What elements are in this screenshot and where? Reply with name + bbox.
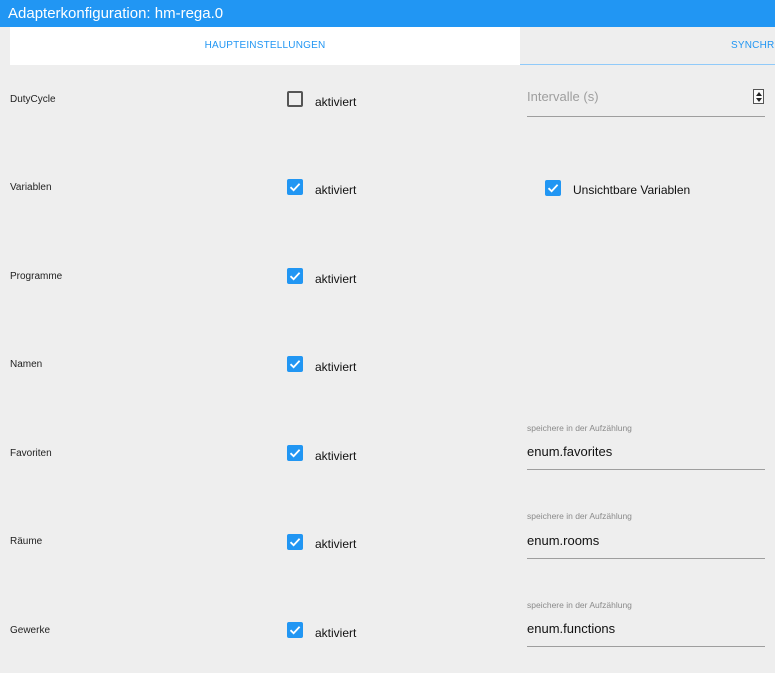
window-title: Adapterkonfiguration: hm-rega.0 [0, 0, 775, 27]
tab-underline [520, 64, 775, 65]
row-label-gewerke: Gewerke [10, 625, 51, 636]
row-label-variablen: Variablen [10, 182, 52, 193]
invisible-variables-checkbox[interactable] [545, 180, 561, 196]
enum-functions-caption: speichere in der Aufzählung [527, 600, 632, 610]
dutycycle-checkbox-label: aktiviert [315, 95, 357, 109]
enum-favorites-caption: speichere in der Aufzählung [527, 423, 632, 433]
programme-checkbox[interactable] [287, 268, 303, 284]
interval-spinner[interactable] [753, 89, 764, 104]
row-label-raeume: Räume [10, 536, 43, 547]
row-label-favoriten: Favoriten [10, 448, 52, 459]
spinner-down-icon[interactable] [756, 98, 762, 102]
row-label-programme: Programme [10, 271, 63, 282]
tab-synchronisation[interactable]: SYNCHR [520, 27, 775, 65]
enum-rooms-caption: speichere in der Aufzählung [527, 511, 632, 521]
invisible-variables-label: Unsichtbare Variablen [573, 183, 691, 197]
row-label-namen: Namen [10, 359, 43, 370]
interval-input[interactable] [527, 86, 765, 117]
enum-favorites-input[interactable] [527, 438, 765, 470]
checkmark-icon [289, 183, 301, 192]
variablen-checkbox-label: aktiviert [315, 183, 357, 197]
checkmark-icon [289, 538, 301, 547]
favoriten-checkbox-label: aktiviert [315, 449, 357, 463]
checkmark-icon [289, 360, 301, 369]
programme-checkbox-label: aktiviert [315, 272, 357, 286]
spinner-up-icon[interactable] [756, 92, 762, 96]
checkmark-icon [289, 272, 301, 281]
namen-checkbox[interactable] [287, 356, 303, 372]
gewerke-checkbox[interactable] [287, 622, 303, 638]
namen-checkbox-label: aktiviert [315, 360, 357, 374]
tab-haupteinstellungen[interactable]: HAUPTEINSTELLUNGEN [10, 27, 520, 65]
dutycycle-checkbox[interactable] [287, 91, 303, 107]
gewerke-checkbox-label: aktiviert [315, 626, 357, 640]
variablen-checkbox[interactable] [287, 179, 303, 195]
enum-rooms-input[interactable] [527, 527, 765, 559]
raeume-checkbox[interactable] [287, 534, 303, 550]
tab-bar: HAUPTEINSTELLUNGEN SYNCHR [0, 27, 775, 65]
checkmark-icon [289, 449, 301, 458]
tab-synchronisation-label: SYNCHR [731, 40, 775, 51]
enum-functions-input[interactable] [527, 615, 765, 647]
favoriten-checkbox[interactable] [287, 445, 303, 461]
checkmark-icon [547, 184, 559, 193]
raeume-checkbox-label: aktiviert [315, 537, 357, 551]
row-label-dutycycle: DutyCycle [10, 94, 56, 105]
checkmark-icon [289, 626, 301, 635]
